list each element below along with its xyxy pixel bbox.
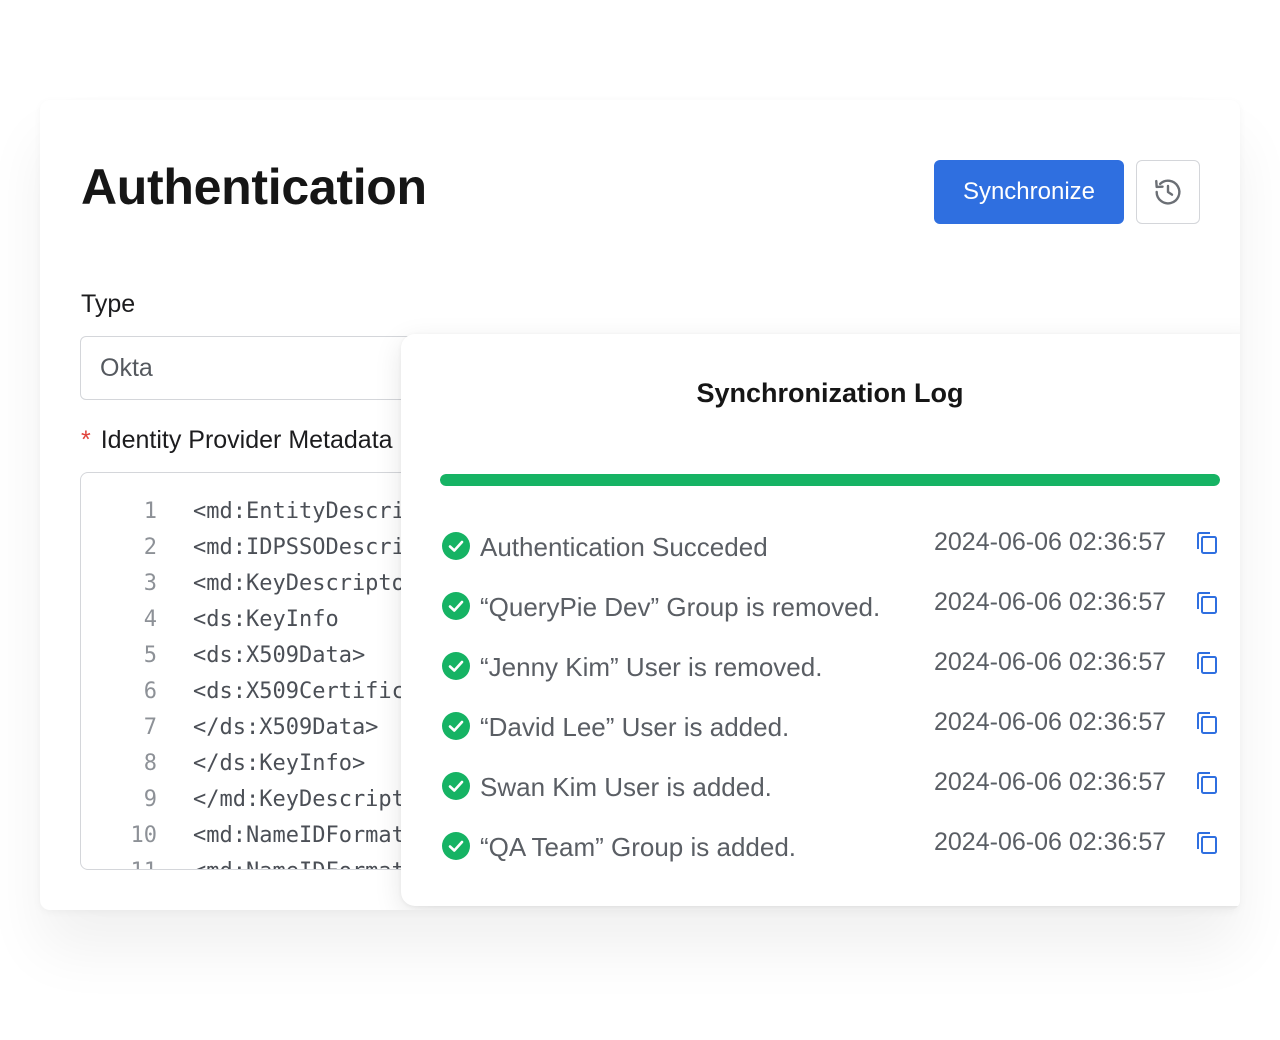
synchronization-log-popover: Synchronization Log Authentication Succe… — [401, 334, 1240, 906]
line-number: 3 — [143, 570, 157, 596]
code-line: 5 <ds:X509Data> — [81, 637, 365, 673]
log-message: Swan Kim User is added. — [480, 772, 772, 802]
line-code: <md:KeyDescriptor — [193, 570, 419, 596]
check-circle-icon — [442, 532, 470, 560]
line-number: 8 — [143, 750, 157, 776]
log-entry: Swan Kim User is added. 2024-06-06 02:36:… — [401, 764, 1240, 808]
log-entry: “QueryPie Dev” Group is removed. 2024-06-… — [401, 584, 1240, 628]
line-number: 1 — [143, 498, 157, 524]
metadata-label: * Identity Provider Metadata — [81, 426, 393, 455]
metadata-label-text: Identity Provider Metadata — [100, 426, 393, 454]
log-entry: Authentication Succeded 2024-06-06 02:36:… — [401, 524, 1240, 568]
line-code: <ds:KeyInfo — [193, 606, 339, 632]
line-code: </ds:X509Data> — [193, 714, 379, 740]
copy-icon[interactable] — [1195, 590, 1219, 616]
log-timestamp: 2024-06-06 02:36:57 — [934, 768, 1167, 796]
log-message: “QA Team” Group is added. — [480, 832, 797, 862]
line-number: 9 — [143, 786, 157, 812]
line-number: 5 — [143, 642, 157, 668]
type-label: Type — [81, 290, 136, 318]
required-indicator: * — [81, 426, 91, 454]
authentication-card: Authentication Synchronize Type Okta * Id… — [40, 100, 1240, 910]
log-entry: “David Lee” User is added. 2024-06-06 02:… — [401, 704, 1240, 748]
copy-icon[interactable] — [1195, 710, 1219, 736]
log-timestamp: 2024-06-06 02:36:57 — [934, 648, 1167, 676]
check-circle-icon — [442, 592, 470, 620]
line-number: 11 — [81, 859, 158, 870]
code-line: 9 </md:KeyDescriptor> — [81, 781, 445, 817]
copy-icon[interactable] — [1195, 770, 1219, 796]
synchronize-button[interactable]: Synchronize — [934, 160, 1124, 224]
copy-icon[interactable] — [1195, 650, 1219, 676]
line-number: 7 — [143, 714, 157, 740]
log-entry: “QA Team” Group is added. 2024-06-06 02:3… — [401, 824, 1240, 868]
copy-icon[interactable] — [1195, 530, 1219, 556]
log-message: “David Lee” User is added. — [480, 712, 790, 742]
log-timestamp: 2024-06-06 02:36:57 — [934, 708, 1167, 736]
history-button[interactable] — [1136, 160, 1200, 224]
line-number: 10 — [130, 822, 158, 848]
line-number: 6 — [143, 678, 157, 704]
type-select-value: Okta — [100, 353, 153, 382]
log-message: “Jenny Kim” User is removed. — [480, 652, 823, 682]
log-message: “QueryPie Dev” Group is removed. — [480, 592, 881, 622]
code-line: 4 <ds:KeyInfo — [81, 601, 339, 637]
sync-progress-fill — [440, 474, 1220, 486]
line-code: <ds:X509Data> — [193, 642, 366, 668]
log-timestamp: 2024-06-06 02:36:57 — [934, 528, 1167, 556]
log-message: Authentication Succeded — [480, 532, 768, 562]
copy-icon[interactable] — [1195, 830, 1219, 856]
code-line: 8 </ds:KeyInfo> — [81, 745, 365, 781]
history-icon — [1155, 179, 1181, 205]
line-code: </ds:KeyInfo> — [193, 750, 366, 776]
log-timestamp: 2024-06-06 02:36:57 — [934, 828, 1167, 856]
check-circle-icon — [442, 652, 470, 680]
line-number: 2 — [143, 534, 157, 560]
line-number: 4 — [143, 606, 157, 632]
check-circle-icon — [442, 772, 470, 800]
log-entry: “Jenny Kim” User is removed. 2024-06-06 0… — [401, 644, 1240, 688]
code-line: 3 <md:KeyDescriptor — [81, 565, 418, 601]
log-timestamp: 2024-06-06 02:36:57 — [934, 588, 1167, 616]
check-circle-icon — [442, 832, 470, 860]
code-line: 7 </ds:X509Data> — [81, 709, 379, 745]
popover-title: Synchronization Log — [696, 378, 964, 408]
check-circle-icon — [442, 712, 470, 740]
sync-progress-bar — [440, 474, 1220, 486]
page-title: Authentication — [81, 159, 427, 215]
